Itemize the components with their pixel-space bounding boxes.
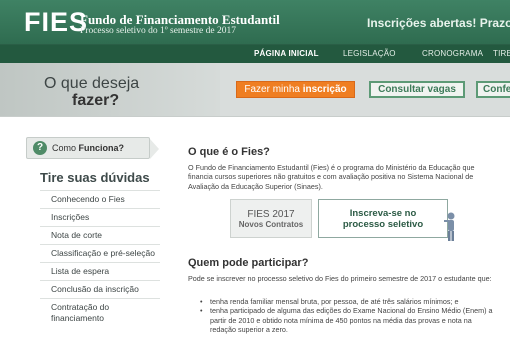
- enrollment-announcement: Inscrições abertas! Prazo: 07: [367, 16, 510, 30]
- faq-title: Tire suas dúvidas: [40, 170, 150, 185]
- how-prefix: Como: [52, 143, 79, 153]
- new-contracts-subtitle: Novos Contratos: [238, 220, 304, 229]
- how-it-works-label: Como Funciona?: [52, 143, 124, 153]
- faq-item-label: Conhecendo o Fies: [51, 194, 125, 204]
- requirements-list: tenha renda familiar mensal bruta, por p…: [198, 297, 498, 335]
- faq-item-label: Classificação e pré-seleção: [51, 248, 155, 258]
- nav-item-home[interactable]: PÁGINA INICIAL: [254, 49, 319, 58]
- faq-item-classification[interactable]: Classificação e pré-seleção: [40, 244, 160, 262]
- faq-list: Conhecendo o Fies Inscrições Nota de cor…: [40, 190, 160, 327]
- question-mark-icon: ?: [33, 141, 47, 155]
- fies-logo[interactable]: FIES: [24, 7, 88, 38]
- how-bold: Funciona?: [78, 143, 125, 153]
- site-header: FIES Fundo de Financiamento Estudantil P…: [0, 0, 510, 45]
- person-pointer-icon: [444, 212, 455, 241]
- requirement-item: tenha renda familiar mensal bruta, por p…: [198, 297, 498, 307]
- what-is-fies-heading: O que é o Fies?: [188, 146, 270, 158]
- faq-item-conclusion[interactable]: Conclusão da inscrição: [40, 280, 160, 298]
- action-band: O que deseja fazer? Fazer minha inscriçã…: [0, 63, 510, 117]
- signup-button[interactable]: Fazer minha inscrição: [236, 81, 355, 98]
- signup-button-bold: inscrição: [302, 84, 347, 95]
- what-is-fies-text: O Fundo de Financiamento Estudantil (Fie…: [188, 163, 475, 191]
- nav-item-schedule[interactable]: CRONOGRAMA: [422, 49, 483, 58]
- main-nav: PÁGINA INICIAL LEGISLAÇÃO CRONOGRAMA TIR…: [0, 45, 510, 63]
- faq-item-label: Inscrições: [51, 212, 90, 222]
- faq-item-contract[interactable]: Contratação do financiamento: [40, 298, 160, 327]
- who-can-participate-text: Pode se inscrever no processo seletivo d…: [188, 274, 492, 283]
- who-can-participate-heading: Quem pode participar?: [188, 257, 309, 269]
- nav-item-faq[interactable]: TIRE: [493, 49, 510, 58]
- new-contracts-title: FIES 2017: [247, 209, 295, 220]
- faq-item-label: Contratação do financiamento: [51, 302, 110, 323]
- faq-item-label: Conclusão da inscrição: [51, 284, 139, 294]
- enroll-card-line-1: Inscreva-se no: [349, 208, 417, 219]
- nav-item-legislation[interactable]: LEGISLAÇÃO: [343, 49, 396, 58]
- consult-vacancies-button[interactable]: Consultar vagas: [369, 81, 465, 98]
- faq-item-cutoff[interactable]: Nota de corte: [40, 226, 160, 244]
- enroll-card-line-2: processo seletivo: [342, 219, 424, 230]
- question-line-1: O que deseja: [44, 75, 140, 92]
- faq-item-know-fies[interactable]: Conhecendo o Fies: [40, 190, 160, 208]
- question-line-2: fazer?: [72, 92, 120, 109]
- faq-item-label: Nota de corte: [51, 230, 103, 240]
- signup-button-prefix: Fazer minha: [244, 84, 303, 95]
- faq-item-label: Lista de espera: [51, 266, 110, 276]
- faq-item-waitlist[interactable]: Lista de espera: [40, 262, 160, 280]
- brand-subtitle: Processo seletivo do 1º semestre de 2017: [80, 26, 236, 36]
- new-contracts-card[interactable]: FIES 2017 Novos Contratos: [230, 199, 312, 238]
- requirement-item: tenha participado de alguma das edições …: [198, 306, 498, 334]
- faq-item-enrollments[interactable]: Inscrições: [40, 208, 160, 226]
- how-it-works-tab[interactable]: ? Como Funciona?: [26, 137, 159, 159]
- enroll-card[interactable]: Inscreva-se no processo seletivo: [318, 199, 448, 238]
- check-button-partial[interactable]: Confe: [476, 81, 510, 98]
